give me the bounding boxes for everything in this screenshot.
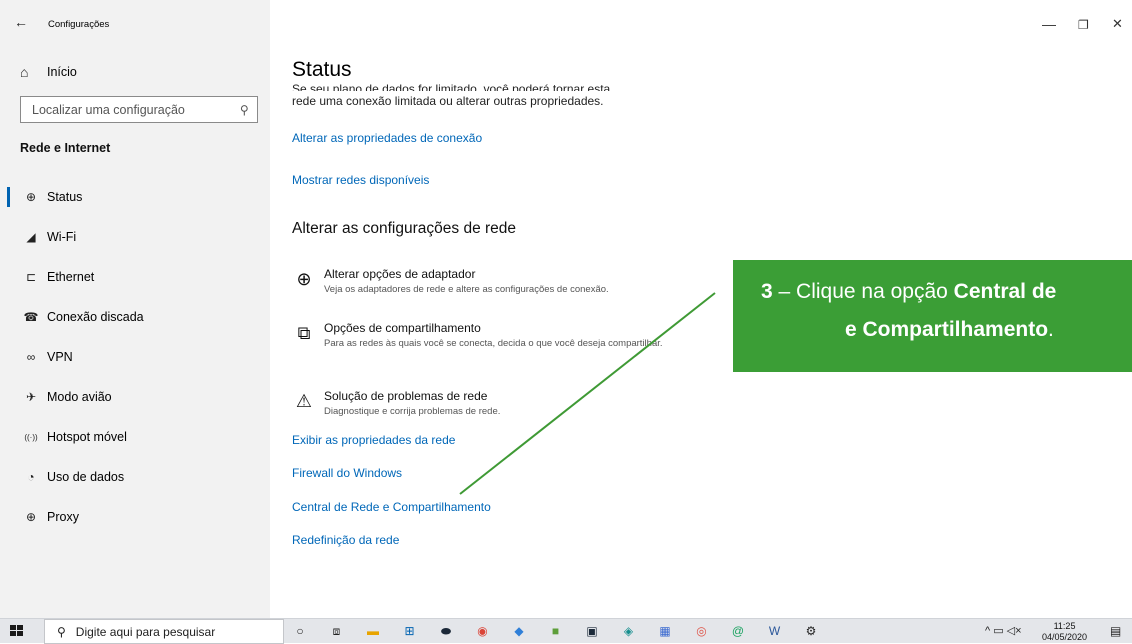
sidebar-item-label: Status <box>47 190 83 204</box>
warning-icon: ⚠ <box>295 391 313 411</box>
sidebar-home-link[interactable]: ⌂ Início <box>20 62 77 82</box>
sidebar-item-label: Ethernet <box>47 270 95 284</box>
taskbar: ⚲ Digite aqui para pesquisar ○ ⧈ ▬ ⊞ ⬬ ◉ ◆ ■ ▣ ◈ ▦… <box>0 618 1132 644</box>
callout-line-2: e Compartilhamento. <box>845 318 1054 342</box>
sidebar-item-vpn[interactable]: ∞ VPN <box>0 340 270 374</box>
status-paragraph: rede uma conexão limitada ou alterar out… <box>292 94 604 108</box>
minecraft-icon[interactable]: ■ <box>548 623 564 639</box>
search-icon: ⚲ <box>57 624 66 639</box>
settings-search-input[interactable]: Localizar uma configuração ⚲ <box>20 96 258 123</box>
sidebar-section-title: Rede e Internet <box>20 141 111 155</box>
window-title: Configurações <box>48 19 110 30</box>
selected-indicator <box>7 187 10 207</box>
link-windows-firewall[interactable]: Firewall do Windows <box>292 466 402 480</box>
home-icon: ⌂ <box>20 64 29 80</box>
data-usage-icon: ◔ <box>27 470 35 484</box>
airplane-icon: ✈ <box>25 390 37 404</box>
taskbar-search-placeholder: Digite aqui para pesquisar <box>75 624 216 639</box>
chrome-icon[interactable]: ◉ <box>475 623 491 639</box>
vpn-icon: ∞ <box>26 350 36 364</box>
store-icon[interactable]: ⊞ <box>402 623 418 639</box>
callout-line-1: 3 – Clique na opção Central de <box>761 280 1056 304</box>
sidebar-item-label: VPN <box>47 350 73 364</box>
adapter-icon: ⊕ <box>296 269 312 289</box>
clock-time: 11:25 <box>1053 621 1076 631</box>
callout-text: – Clique na opção <box>772 280 954 303</box>
sharing-icon: ⧉ <box>297 323 311 343</box>
windows-start-icon[interactable] <box>10 625 23 637</box>
sidebar-item-conex-o-discada[interactable]: ☎ Conexão discada <box>0 300 270 334</box>
sidebar-item-label: Wi-Fi <box>47 230 77 244</box>
sidebar-item-proxy[interactable]: ⊕ Proxy <box>0 500 270 534</box>
title-bar: ← Configurações — ❐ ✕ <box>0 0 1132 50</box>
option-adapter[interactable]: ⊕ Alterar opções de adaptador Veja os ad… <box>284 267 654 296</box>
callout-bold-1: Central de <box>953 280 1057 303</box>
sidebar-item-label: Hotspot móvel <box>47 430 127 444</box>
task-view-icon[interactable]: ⧈ <box>329 623 345 639</box>
page-title: Status <box>292 58 352 81</box>
sidebar-item-modo-avi-o[interactable]: ✈ Modo avião <box>0 380 270 414</box>
taskbar-clock[interactable]: 11:25 04/05/2020 <box>1042 621 1087 643</box>
option-description: Veja os adaptadores de rede e altere as … <box>324 284 609 295</box>
callout-step: 3 <box>761 280 773 303</box>
globe-icon: ⊕ <box>25 190 37 204</box>
tutorial-callout: 3 – Clique na opção Central de e Compart… <box>733 260 1132 372</box>
link-connection-properties[interactable]: Alterar as propriedades de conexão <box>292 131 482 145</box>
ethernet-icon: ⊏ <box>25 270 37 284</box>
search-placeholder: Localizar uma configuração <box>32 102 185 117</box>
minimize-button[interactable]: — <box>1042 16 1056 32</box>
app-dark-icon[interactable]: ▣ <box>584 623 600 639</box>
sidebar-item-label: Uso de dados <box>47 470 125 484</box>
option-title: Alterar opções de adaptador <box>324 267 476 281</box>
sidebar-item-hotspot-m-vel[interactable]: ((·)) Hotspot móvel <box>0 420 270 454</box>
wifi-icon: ◢ <box>26 230 36 244</box>
option-troubleshoot[interactable]: ⚠ Solução de problemas de rede Diagnosti… <box>284 389 654 418</box>
option-title: Opções de compartilhamento <box>324 321 481 335</box>
home-label: Início <box>47 65 77 79</box>
option-title: Solução de problemas de rede <box>324 389 488 403</box>
sidebar-item-uso-de-dados[interactable]: ◔ Uso de dados <box>0 460 270 494</box>
dialup-icon: ☎ <box>23 310 39 324</box>
close-button[interactable]: ✕ <box>1112 16 1123 32</box>
callout-end: . <box>1048 318 1054 341</box>
sidebar-item-label: Conexão discada <box>47 310 144 324</box>
link-show-networks[interactable]: Mostrar redes disponíveis <box>292 173 429 187</box>
sidebar-item-wi-fi[interactable]: ◢ Wi-Fi <box>0 220 270 254</box>
settings-icon[interactable]: ⚙ <box>803 623 819 639</box>
app-blue-icon[interactable]: ◆ <box>511 623 527 639</box>
clock-date: 04/05/2020 <box>1042 632 1088 642</box>
sidebar-item-ethernet[interactable]: ⊏ Ethernet <box>0 260 270 294</box>
hotspot-icon: ((·)) <box>24 432 38 442</box>
callout-bold-2: e Compartilhamento <box>845 318 1049 341</box>
link-network-reset[interactable]: Redefinição da rede <box>292 533 399 547</box>
system-tray-icons[interactable]: ^ ▭ ◁× <box>985 624 1022 637</box>
sidebar-item-status[interactable]: ⊕ Status <box>0 180 270 214</box>
app-green-icon[interactable]: @ <box>730 623 746 639</box>
steam-icon[interactable]: ⬬ <box>438 623 454 639</box>
restore-button[interactable]: ❐ <box>1078 18 1089 32</box>
link-network-sharing-center[interactable]: Central de Rede e Compartilhamento <box>292 500 491 514</box>
option-sharing[interactable]: ⧉ Opções de compartilhamento Para as red… <box>284 321 684 350</box>
file-explorer-icon[interactable]: ▬ <box>365 623 381 639</box>
back-arrow-icon[interactable]: ← <box>14 14 28 30</box>
notification-icon[interactable]: ▤ <box>1110 624 1121 638</box>
chrome-alt-icon[interactable]: ◎ <box>694 623 710 639</box>
option-description: Para as redes às quais você se conecta, … <box>324 338 663 349</box>
app-teal-icon[interactable]: ◈ <box>621 623 637 639</box>
option-description: Diagnostique e corrija problemas de rede… <box>324 406 501 417</box>
sidebar-item-label: Modo avião <box>47 390 112 404</box>
clipped-text: Se seu plano de dados for limitado, você… <box>292 83 611 91</box>
cortana-icon[interactable]: ○ <box>292 623 308 639</box>
search-icon: ⚲ <box>240 102 249 117</box>
taskbar-search-input[interactable]: ⚲ Digite aqui para pesquisar <box>44 619 284 644</box>
app-paint-icon[interactable]: ▦ <box>657 623 673 639</box>
word-icon[interactable]: W <box>767 623 783 639</box>
proxy-globe-icon: ⊕ <box>25 510 37 524</box>
sidebar-item-label: Proxy <box>47 510 79 524</box>
section-title-network-settings: Alterar as configurações de rede <box>292 220 517 237</box>
link-network-properties[interactable]: Exibir as propriedades da rede <box>292 433 455 447</box>
